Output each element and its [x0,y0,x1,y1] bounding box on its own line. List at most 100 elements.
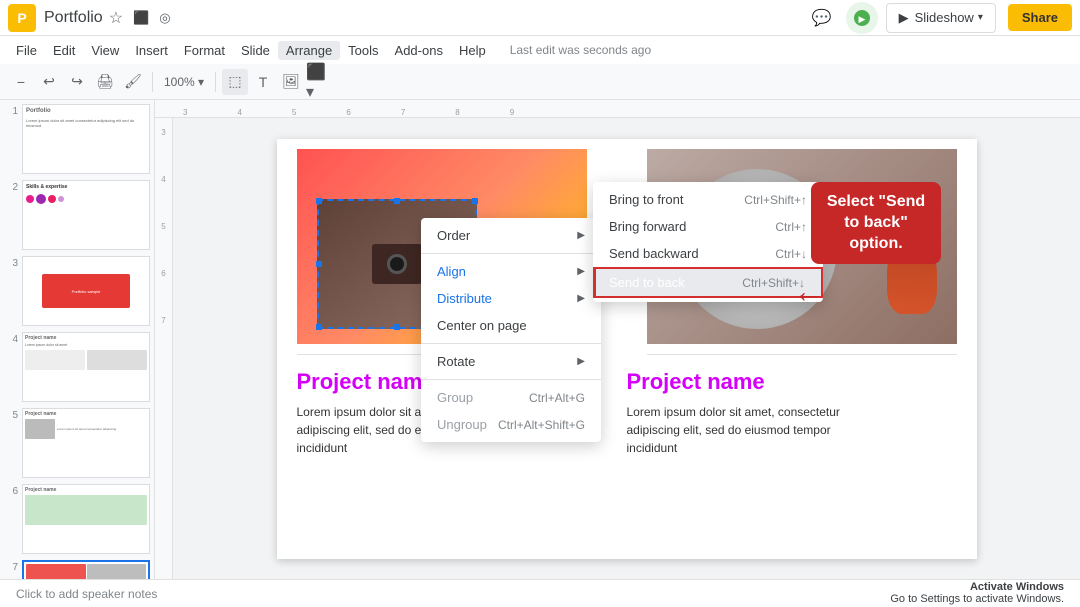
notes-placeholder[interactable]: Click to add speaker notes [16,587,157,601]
ctx-order-label: Order [437,228,470,243]
menu-arrange[interactable]: Arrange [278,41,340,60]
slide-num-5: 5 [4,410,18,421]
slide-thumb-1[interactable]: 1 Portfolio Lorem ipsum dolor sit amet c… [4,104,150,174]
order-send-backward[interactable]: Send backward Ctrl+↓ [593,240,823,267]
order-bring-to-front-label: Bring to front [609,192,683,207]
toolbar-sep2 [215,72,216,92]
ctx-sep2 [421,343,601,344]
history-icon: ◎ [159,10,170,26]
order-bring-forward-shortcut: Ctrl+↑ [775,220,807,234]
slide-num-4: 4 [4,334,18,345]
print-btn[interactable]: 🖨 [92,69,118,95]
app-title: Portfolio [44,9,103,27]
ctx-order-arrow-icon: ▶ [577,230,585,241]
ctx-order[interactable]: Order ▶ [421,222,601,249]
menu-file[interactable]: File [8,41,45,60]
redo-btn[interactable]: ↪ [64,69,90,95]
slide-thumb-3[interactable]: 3 Portfolio sample [4,256,150,326]
slide-img-6: Project name [22,484,150,554]
cloud-icon: ⬛ [133,10,149,26]
title-icons: ☆ ⬛ ◎ [109,8,171,28]
tooltip-arrow-icon: ← [793,273,825,310]
order-bring-forward[interactable]: Bring forward Ctrl+↑ [593,213,823,240]
cursor-btn[interactable]: ⬚ [222,69,248,95]
slideshow-button[interactable]: ▶ Slideshow ▾ [886,3,996,33]
ctx-center-label: Center on page [437,318,527,333]
ctx-rotate-label: Rotate [437,354,475,369]
text-btn[interactable]: T [250,69,276,95]
star-icon[interactable]: ☆ [109,8,123,28]
tooltip-text: Select "Send to back" option. [827,193,925,252]
menu-edit[interactable]: Edit [45,41,83,60]
title-bar: P Portfolio ☆ ⬛ ◎ 💬 ▶ ▶ Slideshow ▾ Shar… [0,0,1080,36]
ruler-left: 34567 [155,118,173,579]
image-btn[interactable]: 🖼 [278,69,304,95]
order-bring-forward-label: Bring forward [609,219,686,234]
slide-thumb-4[interactable]: 4 Project name Lorem ipsum dolor sit ame… [4,332,150,402]
order-bring-to-front-shortcut: Ctrl+Shift+↑ [744,193,807,207]
zoom-out-btn[interactable]: − [8,69,34,95]
svg-text:▶: ▶ [858,14,865,24]
shapes-btn[interactable]: ⬛ ▾ [306,69,332,95]
menu-format[interactable]: Format [176,41,233,60]
title-right: 💬 ▶ ▶ Slideshow ▾ Share [806,2,1072,34]
order-bring-to-front[interactable]: Bring to front Ctrl+Shift+↑ [593,186,823,213]
slide-img-5: Project name Lorem ipsum sit amet consec… [22,408,150,478]
menu-tools[interactable]: Tools [340,41,386,60]
notes-bar: Click to add speaker notes Activate Wind… [0,579,1080,607]
slide-img-3: Portfolio sample [22,256,150,326]
arrange-context-menu: Order ▶ Align ▶ Distribute ▶ Center on p… [421,218,601,442]
menu-slide[interactable]: Slide [233,41,278,60]
ctx-align[interactable]: Align ▶ [421,258,601,285]
right-project-title: Project name [627,369,840,395]
slide-thumb-7[interactable]: 7 Project name Lorem ipsum Project name … [4,560,150,579]
slide-thumb-6[interactable]: 6 Project name [4,484,150,554]
toolbar-sep1 [152,72,153,92]
menu-addons[interactable]: Add-ons [387,41,451,60]
menu-view[interactable]: View [83,41,127,60]
ctx-group-label: Group [437,390,473,405]
ctx-align-arrow-icon: ▶ [577,266,585,277]
menu-insert[interactable]: Insert [127,41,176,60]
slide-img-4: Project name Lorem ipsum dolor sit amet [22,332,150,402]
ctx-distribute-label: Distribute [437,291,492,306]
last-edit-text: Last edit was seconds ago [510,43,651,57]
slide-thumb-5[interactable]: 5 Project name Lorem ipsum sit amet cons… [4,408,150,478]
zoom-select[interactable]: 100% ▾ [159,69,209,95]
right-separator [647,354,957,355]
menu-help[interactable]: Help [451,41,494,60]
slide-img-1: Portfolio Lorem ipsum dolor sit amet con… [22,104,150,174]
slideshow-label: Slideshow [915,10,974,25]
slide-img-2: Skills & expertise [22,180,150,250]
paint-btn[interactable]: 🖌 [120,69,146,95]
right-project-desc: Lorem ipsum dolor sit amet, consectetur … [627,403,840,457]
ctx-center[interactable]: Center on page [421,312,601,339]
canvas-wrapper: 3456789 34567 [155,100,1080,579]
ctx-distribute-arrow-icon: ▶ [577,293,585,304]
slide-img-7: Project name Lorem ipsum Project name Lo… [22,560,150,579]
meet-button[interactable]: ▶ [846,2,878,34]
order-send-to-back[interactable]: Send to back Ctrl+Shift+↓ [593,267,823,298]
share-button[interactable]: Share [1008,4,1072,31]
comment-button[interactable]: 💬 [806,2,838,34]
slide-num-6: 6 [4,486,18,497]
slide-thumb-2[interactable]: 2 Skills & expertise [4,180,150,250]
ctx-align-label: Align [437,264,466,279]
tooltip-box: Select "Send to back" option. [811,182,941,264]
ctx-distribute[interactable]: Distribute ▶ [421,285,601,312]
ctx-ungroup-label: Ungroup [437,417,487,432]
slide-panel: 1 Portfolio Lorem ipsum dolor sit amet c… [0,100,155,579]
order-send-backward-shortcut: Ctrl+↓ [775,247,807,261]
canvas-inner: 34567 [155,118,1080,579]
ctx-rotate[interactable]: Rotate ▶ [421,348,601,375]
ctx-sep3 [421,379,601,380]
undo-btn[interactable]: ↩ [36,69,62,95]
slide-num-3: 3 [4,258,18,269]
windows-activate: Activate Windows Go to Settings to activ… [890,581,1072,605]
ctx-ungroup[interactable]: Ungroup Ctrl+Alt+Shift+G [421,411,601,438]
ctx-group[interactable]: Group Ctrl+Alt+G [421,384,601,411]
slide-num-2: 2 [4,182,18,193]
canvas-area: Project name Lorem ipsum dolor sit amet,… [173,118,1080,579]
order-send-backward-label: Send backward [609,246,699,261]
slideshow-chevron-icon: ▾ [978,12,983,23]
